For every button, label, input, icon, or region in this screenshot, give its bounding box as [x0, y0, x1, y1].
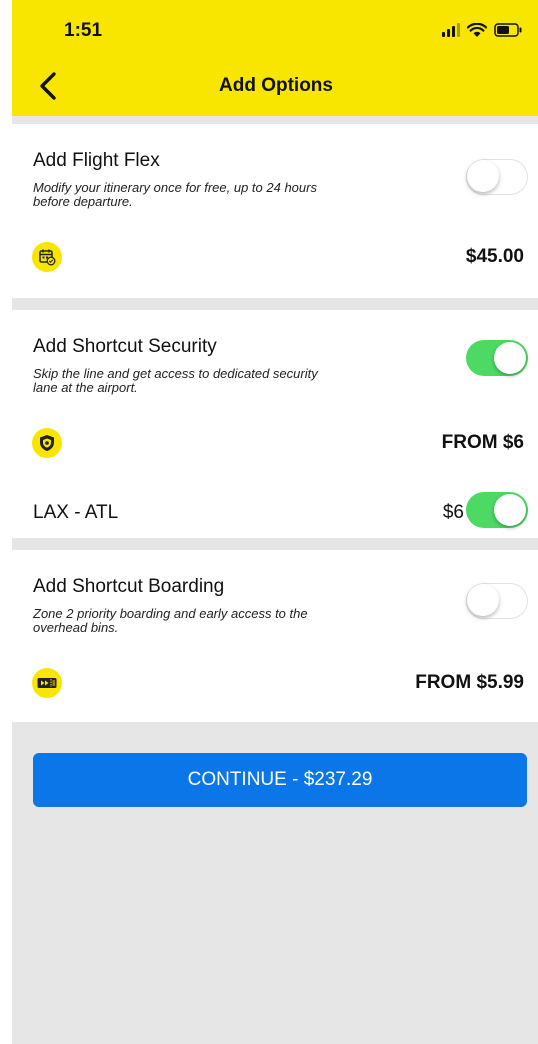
option-shortcut-boarding: Add Shortcut Boarding Zone 2 priority bo…: [12, 550, 538, 722]
option-shortcut-security: Add Shortcut Security Skip the line and …: [12, 310, 538, 538]
page-title: Add Options: [219, 75, 333, 96]
option-title: Add Flight Flex: [33, 150, 160, 171]
status-icons: [442, 22, 522, 38]
option-title: Add Shortcut Security: [33, 336, 217, 357]
header-bar: 1:51 Add Options: [12, 0, 538, 116]
status-time: 1:51: [64, 20, 103, 41]
continue-button[interactable]: CONTINUE - $237.29: [33, 753, 527, 807]
option-description: Zone 2 priority boarding and early acces…: [33, 606, 308, 635]
option-description: Skip the line and get access to dedicate…: [33, 366, 318, 395]
wifi-icon: [467, 22, 487, 38]
option-description: Modify your itinerary once for free, up …: [33, 180, 317, 209]
calendar-icon: [32, 242, 62, 272]
flight-flex-toggle[interactable]: [466, 159, 528, 195]
shortcut-boarding-toggle[interactable]: [466, 583, 528, 619]
option-title: Add Shortcut Boarding: [33, 576, 225, 597]
option-flight-flex: Add Flight Flex Modify your itinerary on…: [12, 124, 538, 298]
route-toggle-lax-atl[interactable]: [466, 492, 528, 528]
route-label: LAX - ATL: [33, 502, 119, 523]
option-price: $45.00: [465, 246, 524, 267]
signal-icon: [442, 23, 460, 37]
option-price: FROM $6: [441, 432, 524, 453]
shield-icon: [32, 428, 62, 458]
battery-icon: [494, 23, 522, 37]
option-price: FROM $5.99: [415, 672, 524, 693]
route-price: $6: [442, 502, 464, 523]
boarding-pass-icon: [32, 668, 62, 698]
app-screen: 1:51 Add Options Add Flight Flex Modify …: [12, 0, 538, 1044]
shortcut-security-toggle[interactable]: [466, 340, 528, 376]
